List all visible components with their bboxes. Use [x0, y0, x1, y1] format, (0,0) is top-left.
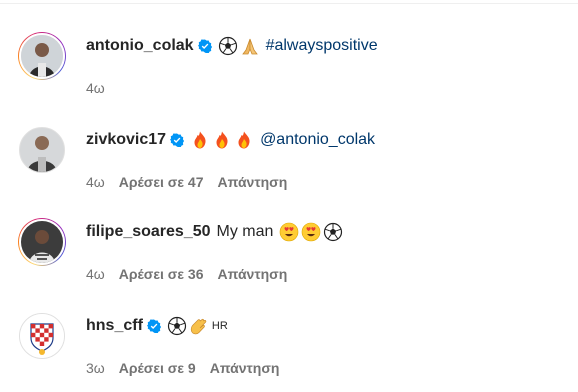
soccer-ball-icon — [218, 36, 237, 56]
comment-time[interactable]: 4ω — [86, 265, 105, 283]
clapping-hands-icon — [190, 318, 207, 335]
avatar[interactable] — [18, 126, 66, 174]
flag-text: HR — [211, 320, 228, 332]
comment-time[interactable]: 3ω — [86, 359, 105, 377]
fire-icon — [216, 131, 228, 149]
fire-icon — [238, 131, 250, 149]
heart-eyes-icon — [302, 222, 321, 242]
mention-link[interactable]: @antonio_colak — [260, 129, 375, 151]
likes-count[interactable]: Αρέσει σε 36 — [119, 265, 204, 283]
username[interactable]: filipe_soares_50 — [86, 221, 211, 243]
soccer-ball-icon — [324, 222, 343, 242]
soccer-ball-icon — [167, 316, 187, 336]
top-divider — [0, 3, 578, 4]
verified-badge-icon — [170, 133, 185, 147]
username[interactable]: zivkovic17 — [86, 129, 166, 151]
comment-time[interactable]: 4ω — [86, 79, 105, 97]
likes-count[interactable]: Αρέσει σε 9 — [119, 359, 196, 377]
username[interactable]: hns_cff — [86, 315, 143, 337]
likes-count[interactable]: Αρέσει σε 47 — [119, 173, 204, 191]
comment-text: My man — [216, 223, 274, 240]
folded-hands-icon — [241, 38, 258, 55]
verified-badge-icon — [197, 39, 212, 53]
heart-eyes-icon — [280, 222, 299, 242]
reply-button[interactable]: Απάντηση — [210, 359, 280, 377]
reply-button[interactable]: Απάντηση — [218, 265, 288, 283]
avatar[interactable] — [18, 312, 66, 360]
verified-badge-icon — [146, 319, 161, 333]
comment-item: hns_cff HR 3ω Αρέσει σε 9 Απάντηση — [0, 292, 578, 384]
comment-time[interactable]: 4ω — [86, 173, 105, 191]
comment-item: zivkovic17 @antonio_colak 4ω Αρέσει σε 4… — [0, 106, 578, 198]
username[interactable]: antonio_colak — [86, 35, 194, 57]
comment-item: antonio_colak #alwayspositive 4ω — [0, 12, 578, 104]
comment-item: filipe_soares_50 My man 4ω Αρέσει σε 36 … — [0, 198, 578, 290]
hashtag-link[interactable]: #alwayspositive — [266, 35, 378, 57]
avatar[interactable] — [18, 218, 66, 266]
croatia-crest-icon — [20, 314, 64, 358]
fire-icon — [194, 131, 206, 149]
avatar[interactable] — [18, 32, 66, 80]
reply-button[interactable]: Απάντηση — [218, 173, 288, 191]
